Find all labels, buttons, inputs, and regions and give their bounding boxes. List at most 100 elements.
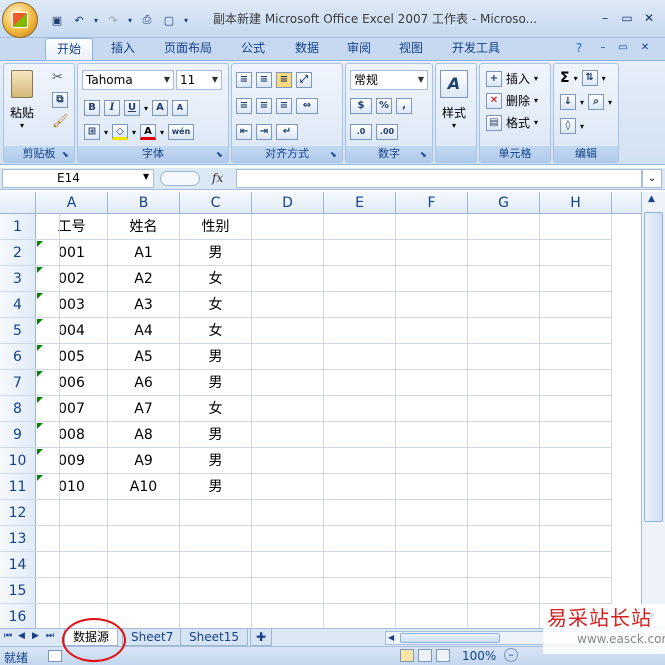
customize-qat-icon[interactable]: ▾ — [182, 11, 190, 29]
cell[interactable] — [180, 604, 252, 628]
cell[interactable]: A5 — [108, 344, 180, 370]
cell[interactable] — [540, 318, 612, 344]
close-icon[interactable]: ✕ — [640, 10, 658, 26]
grow-font-icon[interactable]: A — [152, 100, 169, 116]
cell[interactable] — [324, 448, 396, 474]
cell[interactable] — [324, 396, 396, 422]
cell[interactable] — [324, 292, 396, 318]
office-button[interactable] — [2, 2, 38, 38]
cell[interactable] — [468, 214, 540, 240]
delete-cells-button[interactable]: ✕ 删除 ▾ — [486, 92, 538, 109]
column-header-b[interactable]: B — [108, 192, 180, 214]
cell[interactable] — [252, 422, 324, 448]
workbook-close-icon[interactable]: ✕ — [638, 38, 652, 60]
normal-view-icon[interactable] — [400, 649, 414, 662]
cell[interactable] — [252, 500, 324, 526]
sort-dropdown-icon[interactable]: ▾ — [602, 74, 606, 83]
sheet-tab-sheet15[interactable]: Sheet15 — [180, 629, 248, 646]
orientation-icon[interactable]: ⤢ — [296, 72, 312, 88]
borders-dropdown-icon[interactable]: ▾ — [104, 128, 108, 137]
clear-icon[interactable]: ◊ — [560, 118, 576, 134]
cell[interactable] — [252, 474, 324, 500]
cell[interactable] — [396, 500, 468, 526]
cell[interactable] — [324, 552, 396, 578]
cell[interactable] — [0, 474, 60, 500]
cell[interactable] — [108, 500, 180, 526]
worksheet-grid[interactable]: A B C D E F G H 1 工号 姓名 性别 2 001 A1 男 3 002 A2 女 4 003 A3 女 5 004… — [0, 192, 641, 628]
find-select-icon[interactable]: ⌕ — [588, 94, 605, 110]
cell[interactable] — [0, 266, 60, 292]
cell[interactable]: A10 — [108, 474, 180, 500]
copy-button[interactable]: ⧉ — [52, 92, 68, 108]
phonetic-icon[interactable]: wén — [168, 124, 195, 140]
ribbon-restore-icon[interactable]: ▭ — [616, 38, 630, 60]
cell[interactable] — [540, 448, 612, 474]
tab-view[interactable]: 视图 — [388, 38, 434, 60]
page-layout-view-icon[interactable] — [418, 649, 432, 662]
paste-button[interactable]: 粘贴 ▾ — [10, 70, 34, 130]
number-as-text-indicator-icon[interactable] — [37, 267, 43, 273]
vertical-scroll-thumb[interactable] — [644, 212, 663, 522]
number-as-text-indicator-icon[interactable] — [37, 449, 43, 455]
cell[interactable] — [324, 344, 396, 370]
cell[interactable]: A8 — [108, 422, 180, 448]
tab-developer[interactable]: 开发工具 — [443, 38, 509, 60]
cell[interactable] — [252, 344, 324, 370]
cell[interactable] — [324, 500, 396, 526]
cell[interactable] — [468, 240, 540, 266]
cell[interactable] — [396, 344, 468, 370]
align-bottom-icon[interactable]: ≡ — [276, 72, 292, 88]
cell[interactable] — [252, 214, 324, 240]
cell[interactable] — [396, 396, 468, 422]
cell[interactable] — [252, 578, 324, 604]
cell[interactable] — [108, 526, 180, 552]
font-color-dropdown-icon[interactable]: ▾ — [160, 128, 164, 137]
tab-page-layout[interactable]: 页面布局 — [155, 38, 221, 60]
scroll-left-icon[interactable]: ◀ — [388, 633, 394, 642]
cell[interactable] — [468, 370, 540, 396]
cell[interactable] — [468, 500, 540, 526]
comma-style-icon[interactable]: , — [396, 98, 412, 114]
format-cells-button[interactable]: ▤ 格式 ▾ — [486, 114, 538, 131]
cell[interactable] — [324, 370, 396, 396]
cell[interactable]: 男 — [180, 344, 252, 370]
formula-input[interactable] — [236, 169, 642, 188]
vertical-scrollbar[interactable]: ▲ ▼ — [641, 192, 665, 628]
cell[interactable]: 男 — [180, 240, 252, 266]
column-header-overflow[interactable] — [612, 192, 641, 214]
decrease-indent-icon[interactable]: ⇤ — [236, 124, 252, 140]
cell[interactable] — [468, 422, 540, 448]
cell[interactable] — [396, 578, 468, 604]
fill-color-icon[interactable]: ◇ — [112, 124, 129, 140]
cell[interactable] — [468, 578, 540, 604]
cell[interactable]: 女 — [180, 292, 252, 318]
column-header-e[interactable]: E — [324, 192, 396, 214]
insert-sheet-icon[interactable]: ✚ — [250, 629, 272, 646]
cell[interactable] — [468, 266, 540, 292]
increase-decimal-icon[interactable]: .0 — [350, 124, 372, 140]
autosum-icon[interactable]: Σ — [560, 70, 570, 86]
cell[interactable]: A3 — [108, 292, 180, 318]
number-as-text-indicator-icon[interactable] — [37, 293, 43, 299]
align-top-icon[interactable]: ≡ — [236, 72, 252, 88]
cell[interactable] — [252, 266, 324, 292]
cell[interactable] — [0, 500, 60, 526]
cell[interactable] — [0, 292, 60, 318]
cell[interactable]: A4 — [108, 318, 180, 344]
cell[interactable] — [324, 318, 396, 344]
cell[interactable] — [540, 396, 612, 422]
wrap-text-icon[interactable]: ↵ — [276, 124, 298, 140]
number-as-text-indicator-icon[interactable] — [37, 397, 43, 403]
cell[interactable] — [108, 578, 180, 604]
cell[interactable] — [468, 448, 540, 474]
zoom-out-icon[interactable]: – — [504, 648, 518, 662]
cell[interactable] — [0, 422, 60, 448]
number-as-text-indicator-icon[interactable] — [37, 423, 43, 429]
column-header-d[interactable]: D — [252, 192, 324, 214]
cell[interactable] — [396, 292, 468, 318]
cell[interactable] — [252, 240, 324, 266]
minimize-icon[interactable]: – — [596, 10, 614, 26]
cell[interactable]: 男 — [180, 370, 252, 396]
cell[interactable] — [0, 240, 60, 266]
select-all-corner[interactable] — [0, 192, 36, 214]
